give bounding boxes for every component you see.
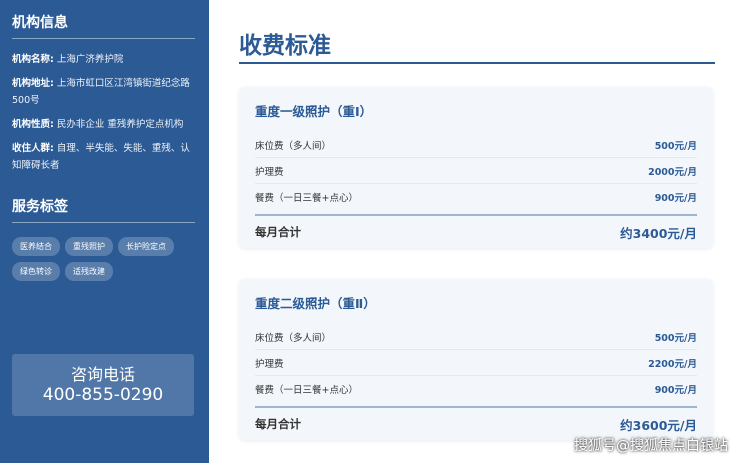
fee-name: 餐费（一日三餐+点心） (255, 385, 358, 396)
tags-section-title: 服务标签 (12, 196, 195, 223)
info-row-address: 机构地址: 上海市虹口区江湾镇街道纪念路500号 (12, 75, 195, 109)
phone-contact-box[interactable]: 咨询电话 400-855-0290 (12, 354, 194, 416)
total-value: 约3400元/月 (620, 225, 697, 241)
fee-row: 护理费 2000元/月 (255, 158, 697, 184)
card-title: 重度二级照护（重Ⅱ） (255, 296, 376, 311)
info-row-residents: 收住人群: 自理、半失能、失能、重残、认知障碍长者 (12, 140, 195, 174)
service-tag[interactable]: 重残照护 (65, 237, 113, 256)
info-key: 收住人群: (12, 143, 54, 154)
info-value: 民办非企业 重残养护定点机构 (56, 119, 184, 130)
fee-price: 2000元/月 (648, 166, 697, 178)
sidebar: 机构信息 机构名称: 上海广济养护院 机构地址: 上海市虹口区江湾镇街道纪念路5… (0, 0, 209, 463)
main-content: 收费标准 重度一级照护（重Ⅰ） 床位费（多人间） 500元/月 护理费 2000… (239, 0, 715, 440)
fee-price: 900元/月 (654, 193, 697, 204)
phone-label: 咨询电话 (70, 365, 135, 384)
info-key: 机构名称: (12, 54, 54, 65)
total-row: 每月合计 约3400元/月 (255, 214, 697, 248)
fee-name: 护理费 (255, 166, 284, 178)
fee-name: 床位费（多人间） (255, 332, 332, 344)
fee-row: 餐费（一日三餐+点心） 900元/月 (255, 376, 697, 402)
info-section-title: 机构信息 (12, 12, 195, 39)
fee-card-level-2: 重度二级照护（重Ⅱ） 床位费（多人间） 500元/月 护理费 2200元/月 餐… (239, 279, 713, 440)
fee-price: 500元/月 (654, 332, 697, 344)
fee-name: 护理费 (255, 358, 284, 370)
fee-row: 床位费（多人间） 500元/月 (255, 132, 697, 158)
card-title: 重度一级照护（重Ⅰ） (255, 104, 373, 119)
fee-name: 床位费（多人间） (255, 140, 332, 152)
total-value: 约3600元/月 (620, 417, 697, 433)
fee-name: 餐费（一日三餐+点心） (255, 193, 358, 204)
fee-card-level-1: 重度一级照护（重Ⅰ） 床位费（多人间） 500元/月 护理费 2000元/月 餐… (239, 87, 713, 248)
service-tags: 医养结合 重残照护 长护险定点 绿色转诊 适残改建 (12, 237, 195, 281)
page-title: 收费标准 (239, 0, 715, 64)
watermark: 搜狐号@搜狐焦点白银站 (574, 438, 728, 454)
info-key: 机构性质: (12, 119, 54, 130)
fee-price: 900元/月 (654, 385, 697, 396)
info-key: 机构地址: (12, 78, 54, 89)
fee-row: 护理费 2200元/月 (255, 350, 697, 376)
fee-price: 2200元/月 (648, 358, 697, 370)
fee-row: 餐费（一日三餐+点心） 900元/月 (255, 184, 697, 210)
fee-row: 床位费（多人间） 500元/月 (255, 324, 697, 350)
fee-price: 500元/月 (654, 140, 697, 152)
service-tag[interactable]: 医养结合 (12, 237, 60, 256)
service-tag[interactable]: 长护险定点 (118, 237, 174, 256)
phone-number[interactable]: 400-855-0290 (12, 384, 194, 406)
info-value: 上海广济养护院 (56, 54, 124, 65)
info-row-name: 机构名称: 上海广济养护院 (12, 51, 195, 68)
info-row-type: 机构性质: 民办非企业 重残养护定点机构 (12, 116, 195, 133)
service-tag[interactable]: 适残改建 (65, 262, 113, 281)
total-label: 每月合计 (255, 417, 301, 431)
total-label: 每月合计 (255, 225, 301, 239)
service-tag[interactable]: 绿色转诊 (12, 262, 60, 281)
